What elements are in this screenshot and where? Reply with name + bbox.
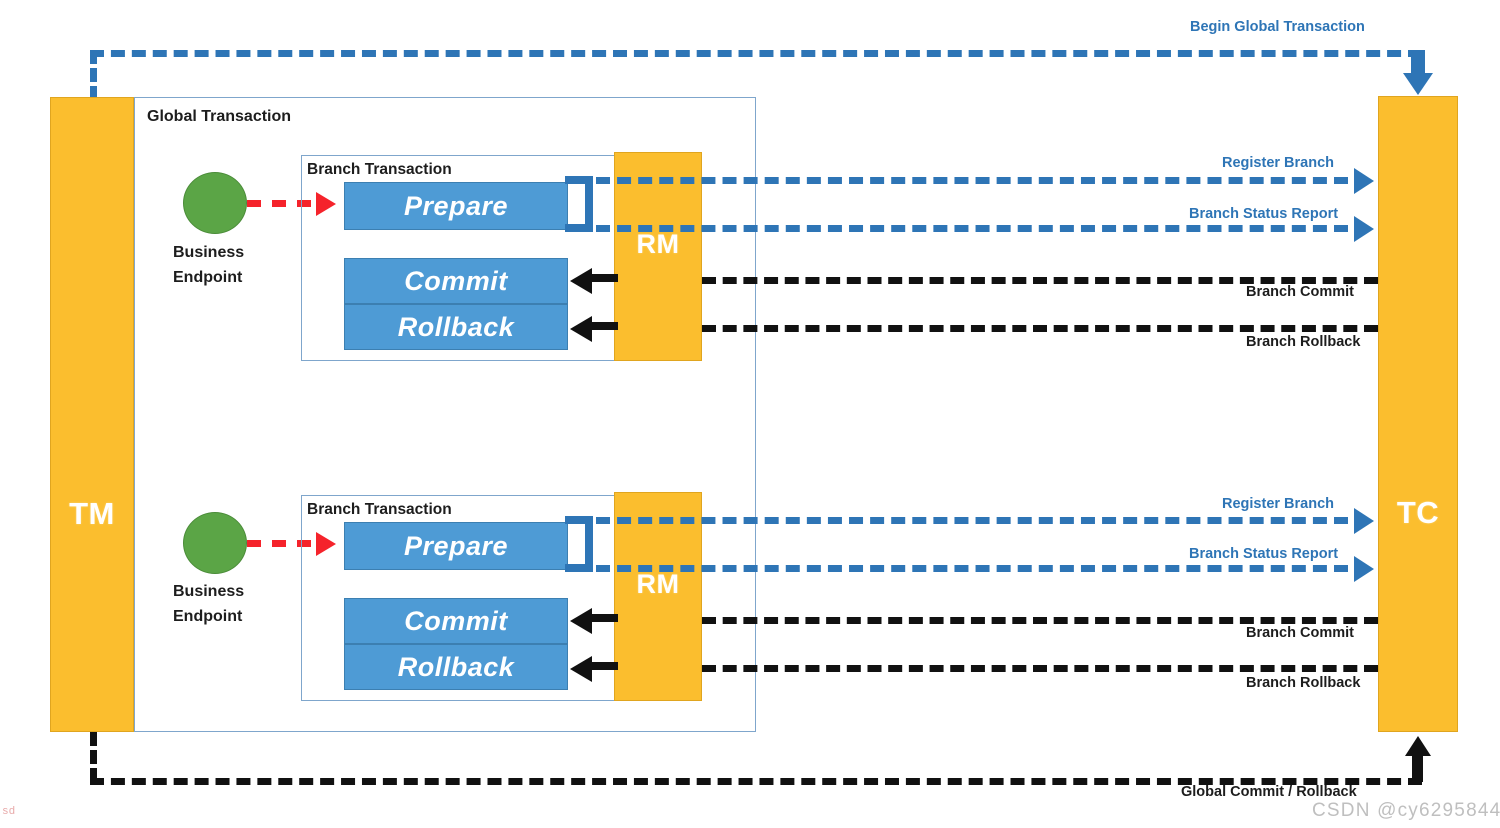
operation-label-prepare-top: Prepare: [403, 190, 509, 221]
global-commit-rollback-arrow-stem: [1412, 756, 1423, 782]
begin-global-transaction-horizontal-segment: [90, 50, 1422, 57]
operation-box-rollback-bottom[interactable]: Rollback: [344, 644, 568, 690]
flow-branch-rollback-label-bottom: Branch Rollback: [1246, 675, 1361, 691]
flow-branch-status-report-line-bottom: [596, 565, 1348, 572]
watermark-csdn: CSDN @cy629584407: [1312, 800, 1500, 821]
actor-label-rm-top: RM: [636, 229, 680, 259]
branch-status-bracket-bottom-top: [565, 224, 593, 232]
flow-branch-rollback-line-top: [702, 325, 1378, 332]
flow-branch-rollback-arrowhead-icon-top: [570, 316, 592, 342]
watermark-corner: sd: [2, 806, 16, 818]
global-commit-rollback-arrowhead-icon: [1405, 736, 1431, 756]
flow-branch-commit-label-bottom: Branch Commit: [1246, 625, 1354, 641]
operation-label-commit-top: Commit: [404, 265, 508, 296]
flow-register-branch-arrowhead-icon-bottom: [1354, 508, 1374, 534]
business-endpoint-label-bottom: Business Endpoint: [173, 583, 245, 625]
flow-branch-rollback-arrowhead-icon-bottom: [570, 656, 592, 682]
flow-branch-commit-line-top: [702, 277, 1378, 284]
flow-branch-commit-arrowhead-icon-top: [570, 268, 592, 294]
flow-branch-commit-stem-bottom: [590, 614, 618, 622]
business-endpoint-label-top: Business Endpoint: [173, 244, 245, 286]
begin-global-transaction-arrowhead-icon: [1403, 73, 1433, 95]
flow-branch-commit-line-bottom: [702, 617, 1378, 624]
flow-branch-status-report-label-bottom: Branch Status Report: [1189, 546, 1339, 562]
actor-bar-tm[interactable]: TM: [50, 97, 134, 732]
global-commit-rollback-label: Global Commit / Rollback: [1181, 784, 1357, 800]
flow-branch-rollback-line-bottom: [702, 665, 1378, 672]
operation-box-commit-top[interactable]: Commit: [344, 258, 568, 304]
operation-box-prepare-top[interactable]: Prepare: [344, 182, 568, 230]
flow-register-branch-label-bottom: Register Branch: [1222, 496, 1335, 512]
operation-label-prepare-bottom: Prepare: [403, 530, 509, 561]
flow-register-branch-line-bottom: [596, 517, 1348, 524]
flow-register-branch-arrowhead-icon-top: [1354, 168, 1374, 194]
flow-branch-rollback-label-top: Branch Rollback: [1246, 334, 1361, 350]
branch-status-bracket-bottom-bottom: [565, 564, 593, 572]
container-title-branch-transaction-bottom: Branch Transaction: [307, 501, 452, 518]
operation-label-commit-bottom: Commit: [404, 605, 508, 636]
flow-branch-status-report-arrowhead-icon-top: [1354, 216, 1374, 242]
actor-label-tm: TM: [69, 496, 115, 531]
diagram-canvas: Begin Global Transaction TM TC Global Tr…: [0, 0, 1500, 828]
container-title-global-transaction: Global Transaction: [147, 108, 292, 125]
flow-branch-rollback-stem-top: [590, 322, 618, 330]
operation-label-rollback-top: Rollback: [397, 311, 515, 342]
business-endpoint-circle-bottom[interactable]: [183, 512, 247, 574]
flow-branch-commit-arrowhead-icon-bottom: [570, 608, 592, 634]
actor-label-tc: TC: [1396, 495, 1440, 530]
flow-register-branch-line-top: [596, 177, 1348, 184]
operation-label-rollback-bottom: Rollback: [397, 651, 515, 682]
operation-box-commit-bottom[interactable]: Commit: [344, 598, 568, 644]
begin-global-transaction-label: Begin Global Transaction: [1190, 19, 1365, 35]
flow-branch-status-report-label-top: Branch Status Report: [1189, 206, 1339, 222]
global-commit-rollback-vertical-segment: [90, 732, 97, 782]
flow-register-branch-label-top: Register Branch: [1222, 155, 1335, 171]
actor-label-rm-bottom: RM: [636, 569, 680, 599]
operation-box-prepare-bottom[interactable]: Prepare: [344, 522, 568, 570]
flow-branch-rollback-stem-bottom: [590, 662, 618, 670]
business-endpoint-circle-top[interactable]: [183, 172, 247, 234]
flow-branch-status-report-arrowhead-icon-bottom: [1354, 556, 1374, 582]
flow-branch-commit-label-top: Branch Commit: [1246, 284, 1354, 300]
container-title-branch-transaction-top: Branch Transaction: [307, 161, 452, 178]
actor-bar-tc[interactable]: TC: [1378, 96, 1458, 732]
begin-global-transaction-vertical-segment: [90, 50, 97, 100]
operation-box-rollback-top[interactable]: Rollback: [344, 304, 568, 350]
flow-branch-commit-stem-top: [590, 274, 618, 282]
flow-branch-status-report-line-top: [596, 225, 1348, 232]
